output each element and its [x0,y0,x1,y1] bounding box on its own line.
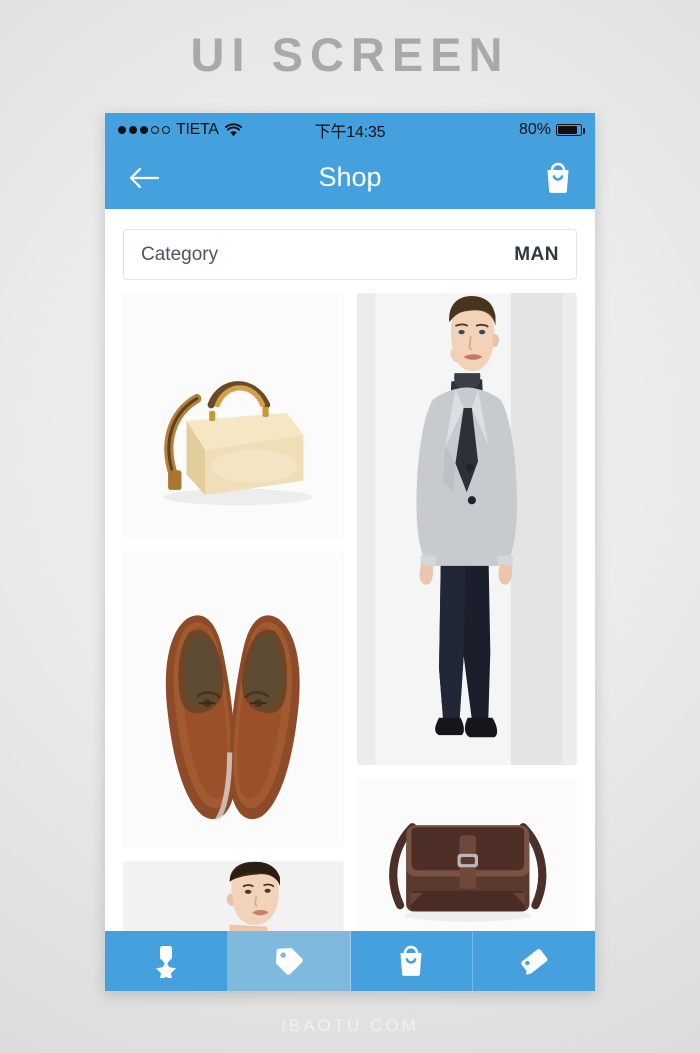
content-area: Category MAN [105,209,595,931]
product-column-right [356,293,577,931]
status-bar-left: TIETA [118,121,242,139]
category-value: MAN [514,243,559,265]
bottom-tab-bar [105,931,595,991]
wifi-icon [224,122,242,137]
product-card-model-portrait[interactable] [123,861,344,931]
arrow-left-icon [129,167,160,188]
product-card-dress-shoes[interactable] [123,551,344,848]
product-column-left [123,293,344,931]
site-watermark: IBAOTU.COM [281,1016,419,1035]
page-title: UI SCREEN [190,28,510,81]
shopping-bag-icon [547,162,569,193]
tab-shop[interactable] [227,931,351,991]
category-selector[interactable]: Category MAN [123,229,577,280]
category-label: Category [141,243,219,265]
status-bar: TIETA 下午14:35 80% [105,113,595,146]
model-portrait-image [123,861,344,931]
cart-button[interactable] [543,162,573,194]
messenger-bag-image [356,778,577,931]
product-card-messenger-bag[interactable] [356,778,577,931]
medal-icon [155,946,176,978]
signal-strength-icon [118,125,170,134]
shopping-bag-icon [400,945,422,976]
tab-cart[interactable] [351,931,474,991]
dress-shoes-image [123,551,344,848]
navigation-bar: Shop [105,146,595,209]
handbag-image [123,293,344,538]
product-card-suit-model[interactable] [356,293,577,765]
suit-model-image [356,293,577,765]
product-card-handbag[interactable] [123,293,344,538]
battery-icon [556,123,585,136]
page-heading: Shop [318,162,382,192]
price-tag-icon [275,948,303,975]
card-icon [521,949,548,975]
status-bar-right: 80% [518,120,585,139]
phone-mockup: TIETA 下午14:35 80% Shop Category MAN [105,113,595,991]
carrier-label: TIETA [176,120,219,138]
battery-percent-label: 80% [518,120,551,138]
product-grid [105,280,595,931]
tab-cards[interactable] [473,931,595,991]
tab-rewards[interactable] [105,931,228,991]
back-button[interactable] [127,165,161,191]
